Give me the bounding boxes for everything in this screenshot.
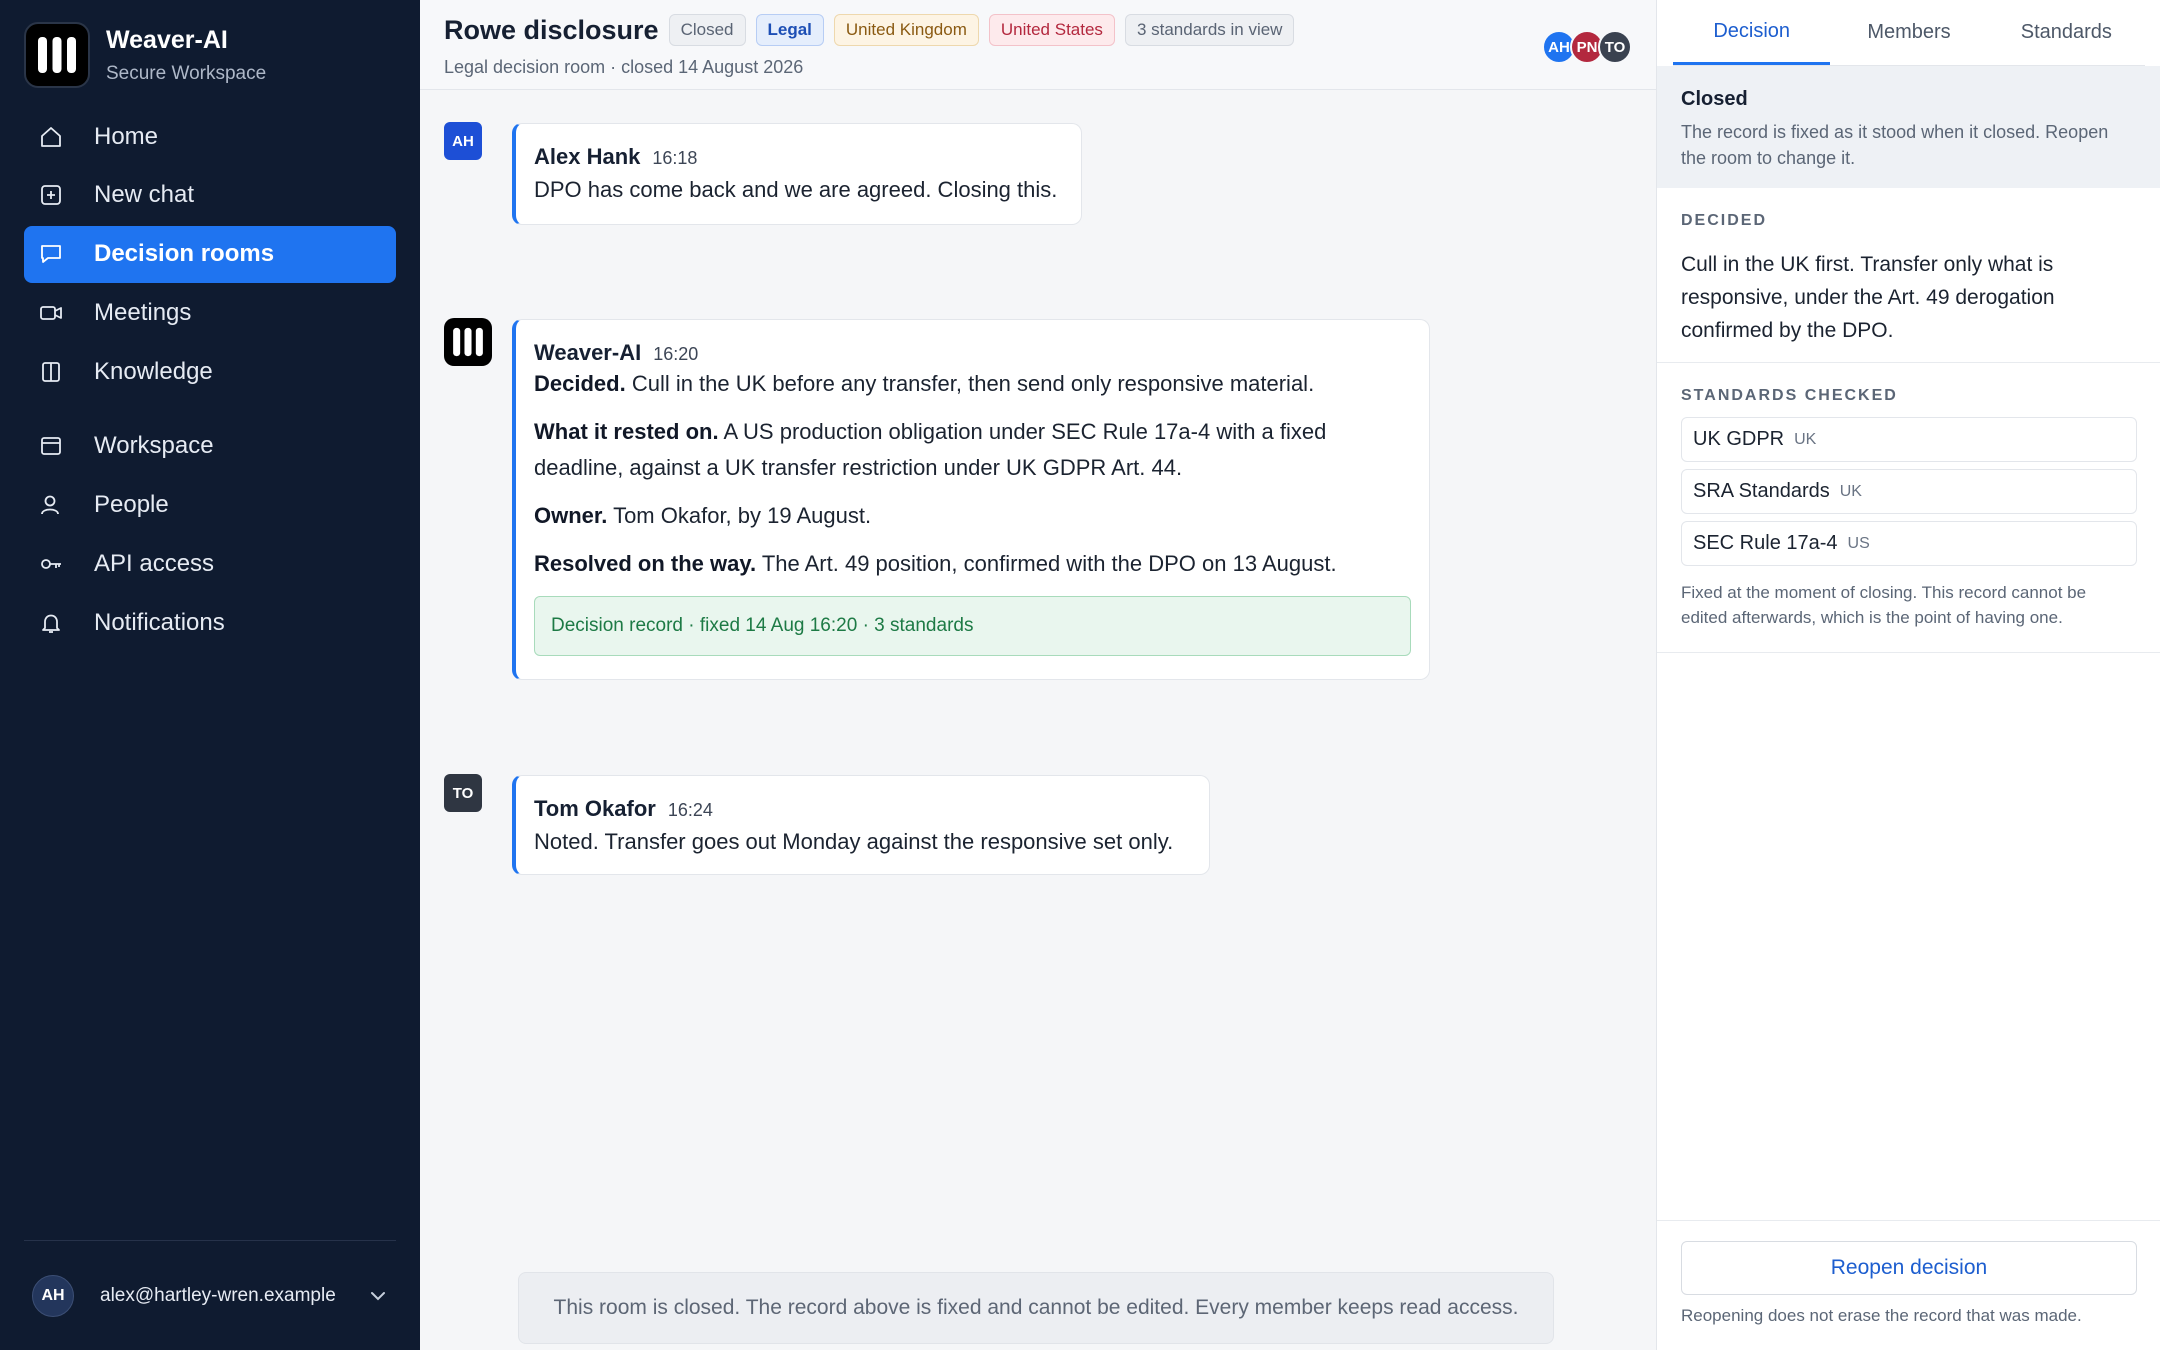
category-badge: Legal: [755, 14, 824, 46]
sidebar-item-api-access[interactable]: API access: [24, 536, 396, 593]
decision-panel: Decision Members Standards Closed The re…: [1656, 0, 2160, 1350]
key-icon: [38, 551, 64, 577]
closed-room-notice: This room is closed. The record above is…: [518, 1272, 1554, 1344]
sidebar-item-label: Knowledge: [94, 357, 213, 385]
message-ai: Weaver-AI 16:20 Decided. Cull in the UK …: [512, 319, 1430, 680]
message-author: Alex Hank: [534, 144, 641, 169]
sidebar-item-notifications[interactable]: Notifications: [24, 594, 396, 651]
sidebar-item-workspace[interactable]: Workspace: [24, 418, 396, 475]
divider: [1657, 362, 2160, 363]
brand-subtitle: Secure Workspace: [106, 62, 267, 84]
avatar: AH: [32, 1274, 74, 1317]
home-icon: [38, 124, 64, 150]
weaver-logo-icon: [24, 22, 90, 88]
status-description: The record is fixed as it stood when it …: [1681, 122, 2109, 168]
person-icon: [38, 492, 64, 518]
decided-section: DECIDED Cull in the UK first. Transfer o…: [1657, 212, 2160, 347]
standard-jurisdiction: US: [1847, 534, 1870, 552]
message-paragraph: Resolved on the way. The Art. 49 positio…: [534, 551, 1337, 576]
standard-jurisdiction: UK: [1794, 430, 1817, 448]
decision-room-main: Rowe disclosure Closed Legal United King…: [420, 0, 1656, 1350]
sidebar-item-new-chat[interactable]: New chat: [24, 167, 396, 224]
message-time: 16:18: [652, 148, 698, 168]
standard-item[interactable]: SEC Rule 17a-4 US: [1681, 521, 2137, 566]
tab-standards[interactable]: Standards: [1988, 0, 2145, 65]
brand: Weaver-AI Secure Workspace: [24, 22, 266, 88]
user-email: alex@hartley-wren.example: [100, 1284, 336, 1306]
sidebar-item-knowledge[interactable]: Knowledge: [24, 343, 396, 400]
sidebar-item-label: Workspace: [94, 432, 214, 460]
standard-name: SEC Rule 17a-4: [1693, 532, 1838, 554]
fixed-note: Fixed at the moment of closing. This rec…: [1681, 583, 2087, 627]
sidebar-item-label: API access: [94, 550, 215, 578]
sidebar-item-label: Meetings: [94, 298, 192, 326]
bell-icon: [38, 610, 64, 636]
message-time: 16:20: [653, 344, 699, 364]
room-subtitle: Legal decision room · closed 14 August 2…: [444, 57, 804, 77]
decided-text: Cull in the UK first. Transfer only what…: [1681, 253, 2055, 342]
avatar: TO: [444, 774, 482, 812]
sidebar: Weaver-AI Secure Workspace Home New chat…: [0, 0, 420, 1350]
status-badge: Closed: [668, 14, 746, 46]
window-icon: [38, 433, 64, 459]
page-title: Rowe disclosure: [444, 14, 659, 45]
divider: [1657, 1220, 2160, 1221]
message-paragraph: Owner. Tom Okafor, by 19 August.: [534, 503, 872, 528]
weaver-logo-icon: [444, 318, 492, 366]
tab-members[interactable]: Members: [1830, 0, 1987, 65]
book-icon: [38, 359, 64, 385]
standard-name: UK GDPR: [1693, 428, 1785, 450]
message-text: Noted. Transfer goes out Monday against …: [534, 829, 1174, 854]
room-header: Rowe disclosure Closed Legal United King…: [420, 0, 1656, 90]
message-time: 16:24: [667, 800, 713, 820]
avatar[interactable]: TO: [1598, 30, 1632, 64]
divider: [1657, 652, 2160, 653]
sidebar-item-meetings[interactable]: Meetings: [24, 284, 396, 341]
section-label: STANDARDS CHECKED: [1681, 387, 1898, 404]
sidebar-item-home[interactable]: Home: [24, 108, 396, 165]
video-icon: [38, 300, 64, 326]
message-text: DPO has come back and we are agreed. Clo…: [534, 177, 1058, 202]
sidebar-item-people[interactable]: People: [24, 477, 396, 534]
sidebar-nav: Home New chat Decision rooms Meetings Kn…: [24, 108, 396, 653]
panel-tabs: Decision Members Standards: [1673, 0, 2145, 66]
message: Alex Hank 16:18 DPO has come back and we…: [512, 123, 1082, 225]
plus-square-icon: [38, 182, 64, 208]
standard-name: SRA Standards: [1693, 480, 1830, 502]
sidebar-item-decision-rooms[interactable]: Decision rooms: [24, 225, 396, 283]
reopen-decision-button[interactable]: Reopen decision: [1681, 1241, 2137, 1295]
status-title: Closed: [1681, 88, 1748, 110]
sidebar-item-label: Decision rooms: [94, 240, 275, 268]
message-author: Weaver-AI: [534, 340, 642, 365]
standards-count-badge[interactable]: 3 standards in view: [1124, 14, 1295, 46]
sidebar-item-label: Notifications: [94, 608, 225, 636]
standard-jurisdiction: UK: [1839, 482, 1862, 500]
standard-item[interactable]: UK GDPR UK: [1681, 417, 2137, 462]
user-menu[interactable]: AH alex@hartley-wren.example: [24, 1240, 396, 1350]
status-box: Closed The record is fixed as it stood w…: [1657, 66, 2160, 188]
sidebar-item-label: People: [94, 491, 169, 519]
message-author: Tom Okafor: [534, 796, 656, 821]
avatar: AH: [444, 122, 482, 160]
section-label: DECIDED: [1681, 212, 1768, 229]
message: Tom Okafor 16:24 Noted. Transfer goes ou…: [512, 775, 1210, 875]
sidebar-item-label: Home: [94, 122, 159, 150]
brand-name: Weaver-AI: [106, 25, 228, 54]
sidebar-item-label: New chat: [94, 181, 195, 209]
tab-decision[interactable]: Decision: [1673, 0, 1831, 65]
chevron-down-icon[interactable]: [366, 1284, 390, 1308]
message-paragraph: Decided. Cull in the UK before any trans…: [534, 371, 1315, 396]
message-paragraph: What it rested on. A US production oblig…: [534, 419, 1327, 480]
member-avatars[interactable]: AH PN TO: [1542, 30, 1632, 64]
decision-record-banner[interactable]: Decision record · fixed 14 Aug 16:20 · 3…: [534, 596, 1411, 656]
chat-bubble-icon: [38, 241, 64, 267]
jurisdiction-badge-uk: United Kingdom: [833, 14, 979, 46]
standard-item[interactable]: SRA Standards UK: [1681, 469, 2137, 514]
jurisdiction-badge-us: United States: [988, 14, 1115, 46]
reopen-note: Reopening does not erase the record that…: [1681, 1306, 2082, 1325]
standards-section: STANDARDS CHECKED UK GDPR UK SRA Standar…: [1657, 387, 2160, 630]
